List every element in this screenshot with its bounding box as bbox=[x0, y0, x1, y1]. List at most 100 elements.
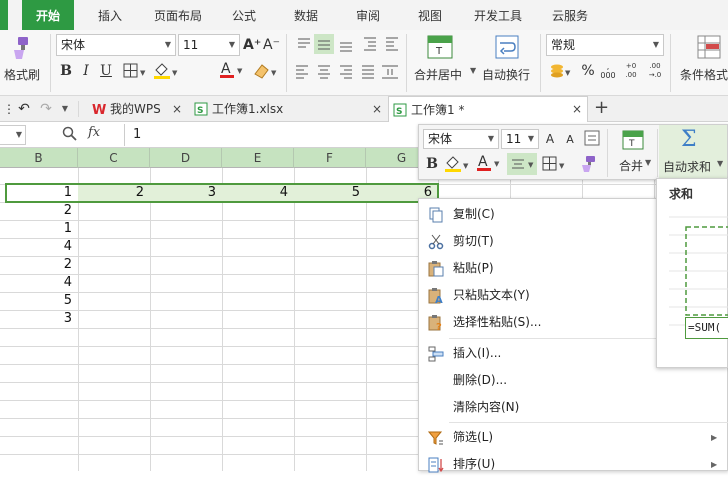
format-cells-icon[interactable] bbox=[583, 129, 601, 147]
cell-e1[interactable]: 4 bbox=[222, 184, 294, 202]
menu-item-sort[interactable]: 排序(U) ▶ bbox=[419, 451, 728, 478]
wrap-text-button[interactable]: 自动换行 bbox=[482, 66, 530, 83]
cell-b7[interactable]: 5 bbox=[0, 292, 78, 310]
tooltip-title: 求和 bbox=[669, 187, 694, 201]
currency-icon[interactable]: ▼ bbox=[548, 62, 572, 80]
column-header-b[interactable]: B bbox=[0, 148, 78, 168]
tab-review[interactable]: 审阅 bbox=[348, 0, 388, 30]
zoom-icon[interactable] bbox=[62, 126, 78, 142]
undo-icon[interactable]: ↶ bbox=[16, 100, 32, 118]
tab-data[interactable]: 数据 bbox=[286, 0, 326, 30]
divider bbox=[540, 34, 541, 92]
mini-font-name-select[interactable]: 宋体 ▼ bbox=[423, 129, 499, 149]
tab-workbook1-current[interactable]: S 工作簿1 * bbox=[388, 96, 588, 122]
tab-home[interactable]: 开始 bbox=[22, 0, 74, 30]
merge-center-icon[interactable]: T bbox=[426, 34, 454, 60]
cell-b4[interactable]: 4 bbox=[0, 238, 78, 256]
vertical-align-group[interactable] bbox=[294, 34, 494, 56]
wrap-text-icon[interactable] bbox=[494, 34, 520, 60]
svg-text:T: T bbox=[628, 139, 635, 149]
font-name-select[interactable]: 宋体 ▼ bbox=[56, 34, 176, 56]
cell-b5[interactable]: 2 bbox=[0, 256, 78, 274]
chevron-down-icon[interactable]: ▼ bbox=[470, 66, 476, 75]
mini-format-painter-icon[interactable] bbox=[579, 155, 597, 173]
font-size-value: 11 bbox=[183, 38, 199, 52]
tab-view[interactable]: 视图 bbox=[410, 0, 450, 30]
autosum-button[interactable]: Σ 自动求和 ▼ bbox=[659, 125, 727, 179]
redo-icon[interactable]: ↷ bbox=[38, 100, 54, 118]
decrease-decimal-icon[interactable]: .00 →.0 bbox=[646, 62, 664, 80]
menu-item-filter[interactable]: 筛选(L) ▶ bbox=[419, 424, 728, 451]
svg-text:S: S bbox=[197, 106, 203, 116]
font-shrink-icon[interactable]: A bbox=[563, 131, 577, 149]
mini-font-size-select[interactable]: 11 ▼ bbox=[501, 129, 539, 149]
column-header-d[interactable]: D bbox=[150, 148, 222, 168]
mini-align-center-icon[interactable]: ▼ bbox=[507, 153, 537, 175]
font-color-icon[interactable]: A ▼ bbox=[218, 60, 246, 80]
font-grow-icon[interactable]: A⁺ bbox=[243, 36, 261, 54]
number-format-value: 常规 bbox=[551, 38, 576, 52]
tab-developer[interactable]: 开发工具 bbox=[468, 0, 528, 30]
comma-style-icon[interactable]: , 000 bbox=[600, 62, 616, 80]
tab-formulas[interactable]: 公式 bbox=[224, 0, 264, 30]
tab-cloud[interactable]: 云服务 bbox=[544, 0, 596, 30]
format-painter-icon[interactable] bbox=[10, 36, 32, 60]
increase-decimal-icon[interactable]: +0.00 bbox=[622, 62, 640, 80]
cell-b2[interactable]: 2 bbox=[0, 202, 78, 220]
app-menu-button[interactable] bbox=[0, 0, 8, 30]
font-grow-icon[interactable]: A bbox=[543, 130, 557, 148]
font-shrink-icon[interactable]: A⁻ bbox=[263, 36, 280, 54]
tab-workbook1-xlsx[interactable]: S 工作簿1.xlsx bbox=[190, 96, 386, 122]
column-header-c[interactable]: C bbox=[78, 148, 150, 168]
svg-text:▼: ▼ bbox=[237, 67, 243, 75]
mini-merge-button[interactable]: 合并 bbox=[619, 157, 643, 174]
mini-bold-button[interactable]: B bbox=[425, 155, 439, 173]
close-icon[interactable]: × bbox=[172, 96, 182, 122]
cell-b3[interactable]: 1 bbox=[0, 220, 78, 238]
fill-color-icon[interactable]: ▼ bbox=[152, 62, 180, 80]
mini-merge-icon[interactable]: T bbox=[621, 129, 645, 151]
chevron-down-icon[interactable]: ▼ bbox=[645, 158, 651, 167]
font-size-select[interactable]: 11 ▼ bbox=[178, 34, 240, 56]
mini-font-color-icon[interactable]: A ▼ bbox=[475, 153, 503, 173]
horizontal-align-group[interactable] bbox=[294, 62, 404, 84]
svg-text:W: W bbox=[92, 103, 106, 116]
menu-item-clear-contents[interactable]: 清除内容(N) bbox=[419, 394, 728, 421]
mini-font-size-value: 11 bbox=[506, 132, 522, 146]
ribbon: 格式刷 宋体 ▼ 11 ▼ A⁺ A⁻ B I U ▼ ▼ A ▼ ▼ T 合并… bbox=[0, 30, 728, 96]
conditional-format-icon[interactable] bbox=[696, 34, 722, 60]
tab-insert[interactable]: 插入 bbox=[88, 0, 132, 30]
merge-center-button[interactable]: 合并居中 bbox=[414, 66, 462, 83]
cell-b8[interactable]: 3 bbox=[0, 310, 78, 328]
italic-button[interactable]: I bbox=[78, 62, 94, 80]
divider bbox=[657, 129, 658, 177]
name-box[interactable]: ▼ bbox=[0, 125, 26, 145]
column-header-f[interactable]: F bbox=[294, 148, 366, 168]
menu-item-delete[interactable]: 删除(D)... bbox=[419, 367, 728, 394]
svg-text:▼: ▼ bbox=[528, 161, 534, 169]
cell-f1[interactable]: 5 bbox=[294, 184, 366, 202]
chevron-down-icon[interactable]: ▼ bbox=[60, 100, 70, 118]
bold-button[interactable]: B bbox=[58, 62, 74, 80]
percent-button[interactable]: % bbox=[580, 62, 596, 80]
cell-b6[interactable]: 4 bbox=[0, 274, 78, 292]
menu-divider bbox=[449, 422, 728, 423]
close-icon[interactable]: × bbox=[572, 96, 582, 122]
underline-button[interactable]: U bbox=[98, 62, 114, 80]
sigma-icon: Σ bbox=[681, 127, 697, 152]
close-icon[interactable]: × bbox=[372, 96, 382, 122]
cell-c1[interactable]: 2 bbox=[78, 184, 150, 202]
clear-format-icon[interactable]: ▼ bbox=[252, 62, 280, 80]
cell-d1[interactable]: 3 bbox=[150, 184, 222, 202]
fx-icon[interactable]: fx bbox=[88, 125, 100, 140]
column-header-e[interactable]: E bbox=[222, 148, 294, 168]
cell-b1[interactable]: 1 bbox=[0, 184, 78, 202]
number-format-select[interactable]: 常规 ▼ bbox=[546, 34, 664, 56]
mini-border-icon[interactable]: ▼ bbox=[541, 155, 567, 173]
conditional-format-button[interactable]: 条件格式 bbox=[680, 66, 728, 83]
collapse-icon[interactable]: ⋮ bbox=[2, 100, 16, 118]
border-icon[interactable]: ▼ bbox=[122, 62, 148, 80]
mini-fill-color-icon[interactable]: ▼ bbox=[443, 155, 471, 173]
new-tab-button[interactable]: + bbox=[594, 96, 609, 120]
tab-page-layout[interactable]: 页面布局 bbox=[146, 0, 210, 30]
